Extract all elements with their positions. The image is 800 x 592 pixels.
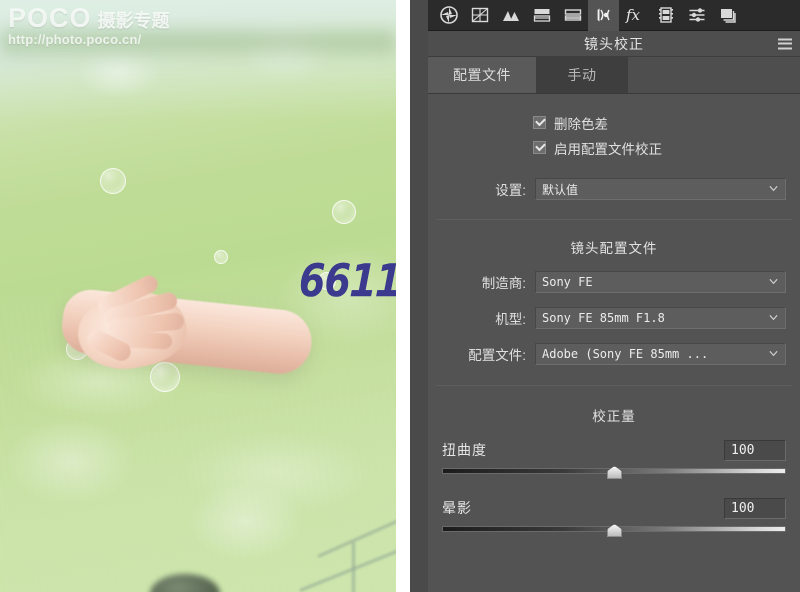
- distortion-label: 扭曲度: [442, 442, 487, 458]
- basic-icon[interactable]: [433, 0, 464, 31]
- distortion-value-field[interactable]: 100: [724, 439, 786, 461]
- profile-dropdown[interactable]: Adobe (Sony FE 85mm ...: [535, 343, 786, 365]
- tab-filler: [628, 57, 800, 93]
- setup-row: 设置: 默认值: [442, 176, 786, 202]
- soap-bubble: [332, 200, 356, 224]
- remove-chromatic-aberration-checkbox[interactable]: [533, 116, 546, 129]
- profile-row: 配置文件: Adobe (Sony FE 85mm ...: [442, 341, 786, 367]
- chevron-down-icon: [769, 185, 778, 192]
- setup-dropdown[interactable]: 默认值: [535, 178, 786, 200]
- make-row: 制造商: Sony FE: [442, 269, 786, 295]
- vignetting-value-field[interactable]: 100: [724, 497, 786, 519]
- panel-title-bar: 镜头校正: [428, 31, 800, 57]
- model-dropdown[interactable]: Sony FE 85mm F1.8: [535, 307, 786, 329]
- canvas-gutter: [396, 0, 410, 592]
- split-toning-icon[interactable]: [526, 0, 557, 31]
- correction-amount-section-title: 校正量: [592, 409, 636, 424]
- chevron-down-icon: [769, 314, 778, 321]
- photo-editor-window: POCO 摄影专题 http://photo.poco.cn/ 661159: [0, 0, 800, 592]
- setup-dropdown-value: 默认值: [542, 182, 579, 197]
- detail-icon[interactable]: [557, 0, 588, 31]
- section-divider: [436, 219, 792, 220]
- panel-body: 删除色差 启用配置文件校正 设置: 默认值 镜头配置文件 制造商: Sony F…: [428, 111, 800, 539]
- soap-bubble: [100, 168, 126, 194]
- page-title: 镜头校正: [584, 35, 644, 52]
- panel-tabs: 配置文件 手动: [428, 57, 800, 94]
- make-label: 制造商:: [481, 276, 526, 291]
- enable-profile-corrections-checkbox[interactable]: [533, 141, 546, 154]
- tone-curve-icon[interactable]: [464, 0, 495, 31]
- lens-profile-section-title: 镜头配置文件: [570, 241, 658, 256]
- enable-profile-corrections-row[interactable]: 启用配置文件校正: [428, 136, 800, 159]
- canvas-edge-strip: [410, 0, 428, 592]
- camera-calibration-icon[interactable]: [650, 0, 681, 31]
- model-dropdown-value: Sony FE 85mm F1.8: [542, 311, 665, 325]
- soap-bubble: [150, 362, 180, 392]
- vignetting-slider-head: 晕影 100: [442, 495, 786, 521]
- vignetting-slider[interactable]: [442, 523, 786, 539]
- image-canvas-area[interactable]: POCO 摄影专题 http://photo.poco.cn/ 661159: [0, 0, 428, 592]
- enable-profile-corrections-label: 启用配置文件校正: [554, 141, 662, 157]
- remove-chromatic-aberration-row[interactable]: 删除色差: [428, 111, 800, 134]
- photo-treeline: [0, 22, 396, 64]
- hamburger-menu-icon[interactable]: [778, 38, 792, 49]
- make-dropdown-value: Sony FE: [542, 275, 593, 289]
- soap-bubble: [318, 272, 336, 290]
- snapshots-icon[interactable]: [712, 0, 743, 31]
- presets-icon[interactable]: [681, 0, 712, 31]
- hsl-icon[interactable]: [495, 0, 526, 31]
- preview-photo[interactable]: POCO 摄影专题 http://photo.poco.cn/: [0, 0, 396, 592]
- tab-manual[interactable]: 手动: [536, 57, 628, 93]
- chevron-down-icon: [769, 350, 778, 357]
- soap-bubble: [214, 250, 228, 264]
- vignetting-slider-block: 晕影 100: [442, 495, 786, 539]
- lens-correction-icon[interactable]: [588, 0, 619, 31]
- section-divider: [436, 385, 792, 386]
- develop-toolbar: fx: [428, 0, 800, 31]
- profile-dropdown-value: Adobe (Sony FE 85mm ...: [542, 347, 709, 361]
- remove-chromatic-aberration-label: 删除色差: [554, 116, 608, 132]
- effects-icon[interactable]: fx: [619, 0, 650, 31]
- make-dropdown[interactable]: Sony FE: [535, 271, 786, 293]
- svg-text:fx: fx: [625, 6, 641, 24]
- develop-panel: fx 镜头校正 配置文件 手动 删除色差 启用配置文件校正 设置: 默认值 镜头…: [428, 0, 800, 592]
- model-row: 机型: Sony FE 85mm F1.8: [442, 305, 786, 331]
- profile-label: 配置文件:: [468, 348, 526, 363]
- photo-railing-post: [352, 542, 355, 592]
- tab-profile[interactable]: 配置文件: [428, 57, 536, 93]
- setup-label: 设置:: [495, 183, 526, 198]
- distortion-slider-head: 扭曲度 100: [442, 437, 786, 463]
- distortion-slider-block: 扭曲度 100: [442, 437, 786, 481]
- distortion-slider[interactable]: [442, 465, 786, 481]
- chevron-down-icon: [769, 278, 778, 285]
- model-label: 机型:: [495, 312, 526, 327]
- vignetting-label: 晕影: [442, 500, 472, 516]
